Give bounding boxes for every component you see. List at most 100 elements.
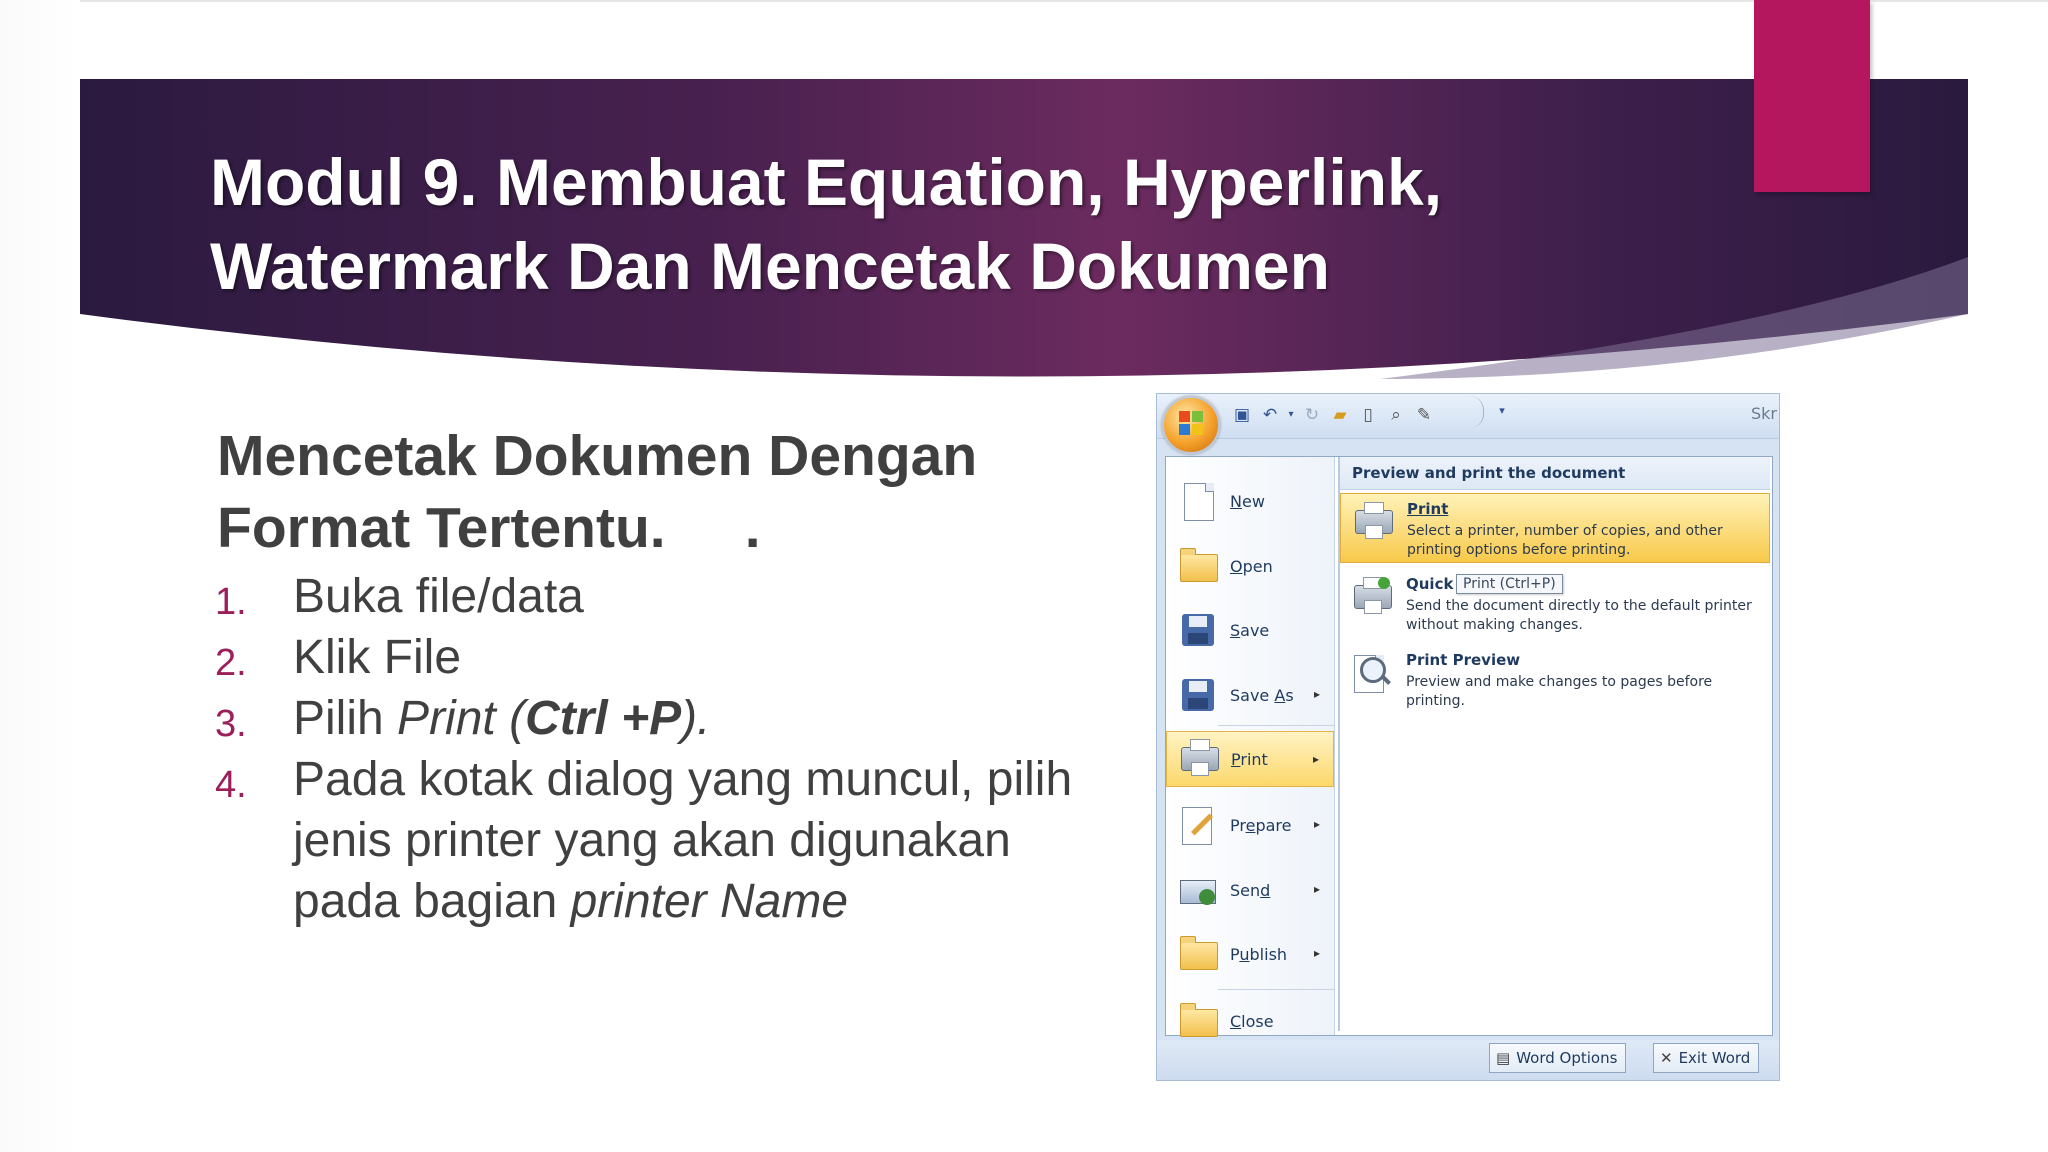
slide-title: Modul 9. Membuat Equation, Hyperlink, Wa… [210, 140, 1610, 308]
step-shortcut: Ctrl +P [525, 692, 682, 745]
prepare-pencil-icon [1178, 805, 1218, 845]
step-text-italic: Print [397, 692, 496, 745]
menu-item-print[interactable]: Print ▸ [1166, 731, 1334, 787]
new-document-icon [1178, 481, 1218, 521]
title-line-1: Modul 9. Membuat Equation, Hyperlink, [210, 145, 1443, 219]
customize-qat-icon[interactable]: ▾ [1491, 400, 1513, 422]
step-text-open: ( [495, 692, 526, 745]
slide: Modul 9. Membuat Equation, Hyperlink, Wa… [0, 0, 2048, 1152]
step-text-line-3: pada bagian printer Name [293, 875, 849, 928]
menu-label: Open [1230, 556, 1273, 576]
menu-label: Close [1230, 1011, 1274, 1031]
menu-label: Print [1231, 749, 1268, 769]
step-text-close: ). [681, 692, 711, 745]
option-print-preview[interactable]: Print Preview Preview and make changes t… [1340, 645, 1770, 715]
menu-label: Save As [1230, 685, 1294, 705]
section-heading: Mencetak Dokumen Dengan Format Tertentu.… [217, 420, 1117, 564]
slide-left-shade [0, 0, 80, 1152]
office-menu: New Open Save Save As ▸ Print ▸ Prepare … [1165, 456, 1773, 1037]
office-menu-footer: ▤ Word Options ✕ Exit Word [1157, 1040, 1779, 1080]
office-menu-commands: New Open Save Save As ▸ Print ▸ Prepare … [1166, 457, 1335, 1037]
submenu-arrow-icon: ▸ [1312, 752, 1319, 766]
step-text-line-1: Pada kotak dialog yang muncul, pilih [293, 753, 1073, 806]
redo-icon[interactable]: ↻ [1301, 404, 1323, 426]
word-options-label: Word Options [1516, 1049, 1618, 1067]
submenu-arrow-icon: ▸ [1313, 946, 1320, 960]
steps-list: 1. Buka file/data 2. Klik File 3. Pilih … [215, 566, 1155, 932]
menu-label: Save [1230, 620, 1270, 640]
printer-icon [1353, 502, 1393, 542]
accent-tab [1754, 0, 1870, 192]
qat-icons: ▣ ↶ ▾ ↻ ▰ ▯ ⌕ ✎ [1231, 400, 1435, 430]
menu-item-send[interactable]: Send ▸ [1166, 862, 1334, 918]
word-options-button[interactable]: ▤ Word Options [1489, 1043, 1627, 1073]
step-text-line-2: jenis printer yang akan digunakan [293, 814, 1011, 867]
option-title: Print Preview [1406, 651, 1521, 669]
step-number: 1. [215, 581, 247, 623]
office-logo-icon [1179, 411, 1203, 435]
publish-folder-icon [1178, 934, 1218, 974]
send-icon [1178, 870, 1218, 910]
window-title-fragment: Skr [1751, 404, 1777, 423]
qat-end-cap [1467, 396, 1484, 428]
step-number: 4. [215, 764, 247, 806]
menu-label: Prepare [1230, 815, 1292, 835]
heading-line-2: Format Tertentu. . [217, 496, 761, 560]
step-item: 3. Pilih Print (Ctrl +P). [215, 688, 1155, 749]
print-submenu: Preview and print the document Print Sel… [1338, 457, 1770, 1031]
option-print[interactable]: Print Select a printer, number of copies… [1340, 493, 1770, 563]
step-item: 4. Pada kotak dialog yang muncul, pilih … [215, 749, 1155, 932]
step-number: 3. [215, 703, 247, 745]
save-icon[interactable]: ▣ [1231, 404, 1253, 426]
option-description: Preview and make changes to pages before… [1406, 674, 1713, 709]
close-folder-icon [1178, 1001, 1218, 1041]
printer-icon [1179, 739, 1219, 779]
step-text-pre: Pilih [293, 692, 398, 745]
submenu-arrow-icon: ▸ [1313, 817, 1320, 831]
top-border [0, 0, 2048, 2]
print-preview-icon[interactable]: ⌕ [1385, 404, 1407, 426]
option-title: Quick [1406, 575, 1454, 593]
edit-icon[interactable]: ✎ [1413, 404, 1435, 426]
submenu-arrow-icon: ▸ [1313, 687, 1320, 701]
save-as-icon [1178, 675, 1218, 715]
option-description: Send the document directly to the defaul… [1406, 598, 1752, 633]
office-button[interactable] [1162, 396, 1220, 454]
menu-separator [1218, 989, 1334, 990]
close-icon: ✕ [1660, 1049, 1673, 1067]
word-options-icon: ▤ [1496, 1049, 1511, 1067]
menu-label: Publish [1230, 944, 1288, 964]
dropdown-arrow-icon[interactable]: ▾ [1287, 404, 1295, 426]
menu-separator [1218, 725, 1334, 726]
new-icon[interactable]: ▯ [1357, 404, 1379, 426]
print-shortcut-tooltip: Print (Ctrl+P) [1456, 574, 1563, 594]
exit-word-label: Exit Word [1678, 1049, 1751, 1067]
step-number: 2. [215, 642, 247, 684]
quick-print-icon [1352, 577, 1392, 617]
menu-item-publish[interactable]: Publish ▸ [1166, 926, 1334, 982]
save-disk-icon [1178, 610, 1218, 650]
menu-item-open[interactable]: Open [1166, 538, 1334, 594]
title-line-2: Watermark Dan Mencetak Dokumen [210, 229, 1330, 303]
exit-word-button[interactable]: ✕ Exit Word [1653, 1043, 1760, 1073]
heading-line-1: Mencetak Dokumen Dengan [217, 424, 978, 488]
word-office-menu-screenshot: ▣ ↶ ▾ ↻ ▰ ▯ ⌕ ✎ ▾ Skr New Open Save Save… [1156, 393, 1780, 1081]
step-item: 1. Buka file/data [215, 566, 1155, 627]
option-description: Select a printer, number of copies, and … [1407, 523, 1723, 558]
step-item: 2. Klik File [215, 627, 1155, 688]
submenu-header: Preview and print the document [1340, 457, 1770, 490]
option-title: Print [1407, 500, 1449, 518]
step-text: Buka file/data [293, 570, 584, 623]
open-folder-icon [1178, 546, 1218, 586]
menu-item-save-as[interactable]: Save As ▸ [1166, 667, 1334, 723]
menu-item-prepare[interactable]: Prepare ▸ [1166, 797, 1334, 853]
submenu-arrow-icon: ▸ [1313, 882, 1320, 896]
undo-icon[interactable]: ↶ [1259, 404, 1281, 426]
print-preview-magnifier-icon [1352, 653, 1392, 693]
open-icon[interactable]: ▰ [1329, 404, 1351, 426]
quick-access-toolbar: ▣ ↶ ▾ ↻ ▰ ▯ ⌕ ✎ ▾ Skr [1157, 394, 1779, 439]
menu-item-new[interactable]: New [1166, 473, 1334, 529]
menu-label: Send [1230, 880, 1271, 900]
menu-item-save[interactable]: Save [1166, 602, 1334, 658]
menu-label: New [1230, 491, 1265, 511]
